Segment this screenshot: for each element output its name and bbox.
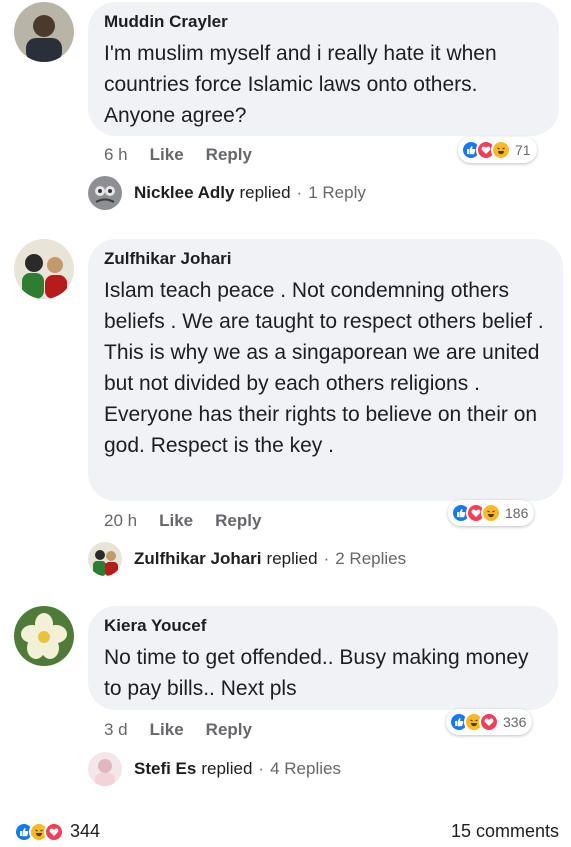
view-replies-link[interactable]: Stefi Es replied · 4 Replies — [88, 752, 341, 786]
comment-timestamp[interactable]: 20 h — [104, 511, 137, 531]
like-button[interactable]: Like — [150, 720, 184, 740]
reply-count: 4 Replies — [270, 759, 341, 778]
comment-author[interactable]: Muddin Crayler — [104, 12, 543, 32]
haha-icon — [491, 140, 511, 160]
reply-count: 2 Replies — [335, 549, 407, 568]
separator: · — [258, 759, 265, 778]
comment-text: I'm muslim myself and i really hate it w… — [104, 42, 497, 127]
comment-actions: 3 d Like Reply — [104, 720, 252, 740]
reaction-summary[interactable]: 71 — [458, 137, 537, 163]
reply-verb: replied — [201, 759, 253, 778]
comment-timestamp[interactable]: 3 d — [104, 720, 128, 740]
avatar — [88, 176, 122, 210]
avatar[interactable] — [14, 2, 74, 62]
view-replies-link[interactable]: Nicklee Adly replied · 1 Reply — [88, 176, 366, 210]
reply-author: Stefi Es — [134, 759, 197, 778]
love-icon — [479, 712, 499, 732]
love-icon — [44, 821, 64, 842]
like-button[interactable]: Like — [150, 145, 184, 165]
comment-author[interactable]: Zulfhikar Johari — [104, 249, 547, 269]
comment-bubble: Muddin Crayler I'm muslim myself and i r… — [88, 2, 559, 136]
separator: · — [296, 183, 303, 202]
reply-verb: replied — [266, 549, 318, 568]
separator: · — [323, 549, 330, 568]
reply-verb: replied — [239, 183, 291, 202]
reaction-count: 71 — [515, 142, 531, 158]
haha-icon — [481, 503, 501, 523]
comment-text: Islam teach peace . Not condemning other… — [104, 279, 544, 457]
avatar — [88, 752, 122, 786]
comment-bubble: Kiera Youcef No time to get offended.. B… — [88, 606, 558, 710]
avatar[interactable] — [14, 606, 74, 666]
reaction-summary[interactable]: 336 — [446, 709, 533, 735]
reply-count: 1 Reply — [308, 183, 366, 202]
comment-actions: 6 h Like Reply — [104, 145, 252, 165]
reply-button[interactable]: Reply — [206, 145, 252, 165]
avatar — [88, 542, 122, 576]
total-reaction-count: 344 — [70, 821, 101, 841]
comment-bubble: Zulfhikar Johari Islam teach peace . Not… — [88, 239, 563, 501]
reaction-summary[interactable]: 186 — [448, 500, 535, 526]
reply-button[interactable]: Reply — [215, 511, 261, 531]
comment-actions: 20 h Like Reply — [104, 511, 261, 531]
reply-author: Zulfhikar Johari — [134, 549, 262, 568]
reaction-count: 186 — [505, 505, 529, 521]
view-replies-link[interactable]: Zulfhikar Johari replied · 2 Replies — [88, 542, 406, 576]
post-footer: 344 15 comments — [0, 816, 571, 847]
comments-count-link[interactable]: 15 comments — [451, 821, 559, 842]
reply-author: Nicklee Adly — [134, 183, 235, 202]
comment-author[interactable]: Kiera Youcef — [104, 616, 542, 636]
avatar[interactable] — [14, 239, 74, 299]
post-reactions[interactable]: 344 — [14, 821, 100, 842]
comment-text: No time to get offended.. Busy making mo… — [104, 646, 529, 700]
reaction-count: 336 — [503, 714, 527, 730]
reply-button[interactable]: Reply — [206, 720, 252, 740]
like-button[interactable]: Like — [159, 511, 193, 531]
comment-timestamp[interactable]: 6 h — [104, 145, 128, 165]
